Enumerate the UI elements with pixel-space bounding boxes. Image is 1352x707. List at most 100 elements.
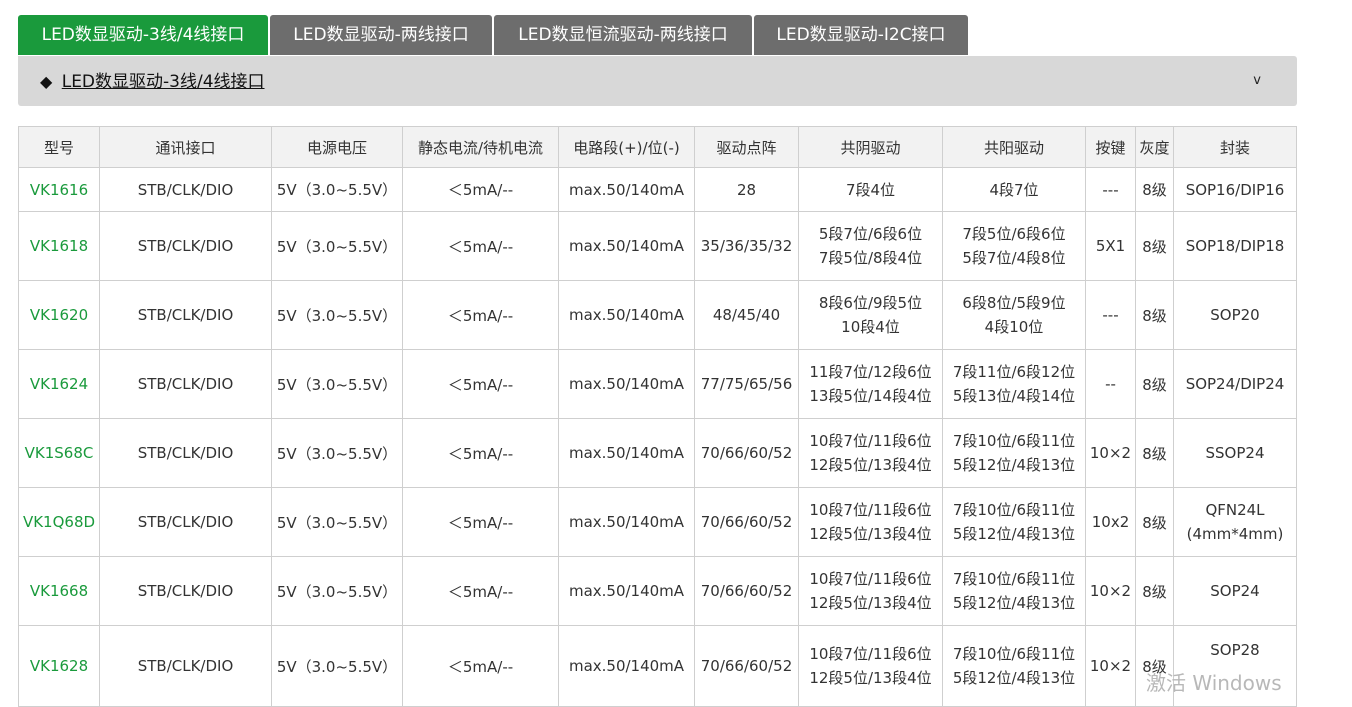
- header-interface: 通讯接口: [99, 126, 272, 168]
- cathode-line: 12段5位/13段4位: [809, 594, 932, 612]
- segment-cell: max.50/140mA: [558, 625, 695, 707]
- interface-cell: STB/CLK/DIO: [99, 280, 272, 350]
- tab-bar: LED数显驱动-3线/4线接口 LED数显驱动-两线接口 LED数显恒流驱动-两…: [18, 15, 978, 55]
- matrix-cell: 48/45/40: [694, 280, 799, 350]
- cathode-cell: 10段7位/11段6位 12段5位/13段4位: [798, 556, 943, 626]
- model-link[interactable]: VK1Q68D: [18, 487, 100, 557]
- anode-line: 5段12位/4段13位: [952, 669, 1076, 687]
- table-row: VK1Q68D STB/CLK/DIO 5V（3.0~5.5V） ＜5mA/--…: [18, 487, 1297, 557]
- package-line: SOP16/DIP16: [1185, 180, 1285, 199]
- package-line: (4mm*4mm): [1186, 525, 1284, 543]
- cathode-line: 10段4位: [841, 318, 900, 336]
- table-row: VK1S68C STB/CLK/DIO 5V（3.0~5.5V） ＜5mA/--…: [18, 418, 1297, 488]
- matrix-cell: 77/75/65/56: [694, 349, 799, 419]
- current-cell: ＜5mA/--: [402, 487, 559, 557]
- model-link[interactable]: VK1628: [18, 625, 100, 707]
- voltage-cell: 5V（3.0~5.5V）: [271, 418, 403, 488]
- anode-cell: 7段10位/6段11位 5段12位/4段13位: [942, 556, 1086, 626]
- segment-cell: max.50/140mA: [558, 556, 695, 626]
- segment-cell: max.50/140mA: [558, 280, 695, 350]
- cathode-line: 8段6位/9段5位: [818, 294, 923, 312]
- package-cell: SOP24/DIP24: [1173, 349, 1297, 419]
- anode-cell: 7段10位/6段11位 5段12位/4段13位: [942, 418, 1086, 488]
- table-row: VK1668 STB/CLK/DIO 5V（3.0~5.5V） ＜5mA/-- …: [18, 556, 1297, 626]
- cathode-line: 7段4位: [845, 180, 896, 199]
- cathode-cell: 10段7位/11段6位 12段5位/13段4位: [798, 625, 943, 707]
- anode-line: 5段13位/4段14位: [952, 387, 1076, 405]
- anode-line: 4段10位: [984, 318, 1044, 336]
- matrix-cell: 70/66/60/52: [694, 625, 799, 707]
- package-cell: SOP18/DIP18: [1173, 211, 1297, 281]
- anode-line: 6段8位/5段9位: [962, 294, 1066, 312]
- table-row: VK1616 STB/CLK/DIO 5V（3.0~5.5V） ＜5mA/-- …: [18, 167, 1297, 212]
- cathode-cell: 10段7位/11段6位 12段5位/13段4位: [798, 418, 943, 488]
- header-voltage: 电源电压: [271, 126, 403, 168]
- tab-3-4-wire[interactable]: LED数显驱动-3线/4线接口: [18, 15, 268, 55]
- segment-cell: max.50/140mA: [558, 349, 695, 419]
- cathode-line: 5段7位/6段6位: [818, 225, 923, 243]
- keys-cell: 10×2: [1085, 556, 1136, 626]
- keys-cell: 10×2: [1085, 418, 1136, 488]
- gray-cell: 8级: [1135, 280, 1174, 350]
- current-cell: ＜5mA/--: [402, 280, 559, 350]
- anode-cell: 7段10位/6段11位 5段12位/4段13位: [942, 487, 1086, 557]
- header-common-cathode: 共阴驱动: [798, 126, 943, 168]
- accordion-header[interactable]: ◆ LED数显驱动-3线/4线接口 v: [18, 56, 1297, 106]
- voltage-cell: 5V（3.0~5.5V）: [271, 487, 403, 557]
- package-cell: SSOP24: [1173, 418, 1297, 488]
- activate-windows-watermark: 激活 Windows: [1146, 671, 1282, 695]
- keys-cell: ---: [1085, 280, 1136, 350]
- anode-cell: 7段11位/6段12位 5段13位/4段14位: [942, 349, 1086, 419]
- model-link[interactable]: VK1620: [18, 280, 100, 350]
- gray-cell: 8级: [1135, 167, 1174, 212]
- package-line: QFN24L: [1205, 501, 1265, 519]
- anode-line: 5段12位/4段13位: [952, 594, 1076, 612]
- package-cell: QFN24L (4mm*4mm): [1173, 487, 1297, 557]
- interface-cell: STB/CLK/DIO: [99, 487, 272, 557]
- model-link[interactable]: VK1624: [18, 349, 100, 419]
- voltage-cell: 5V（3.0~5.5V）: [271, 167, 403, 212]
- spec-table: 型号 通讯接口 电源电压 静态电流/待机电流 电路段(+)/位(-) 驱动点阵 …: [18, 126, 1297, 707]
- tab-constant-current-two-wire[interactable]: LED数显恒流驱动-两线接口: [494, 15, 752, 55]
- accordion-title[interactable]: ◆ LED数显驱动-3线/4线接口: [40, 56, 265, 108]
- tab-two-wire[interactable]: LED数显驱动-两线接口: [270, 15, 492, 55]
- keys-cell: ---: [1085, 167, 1136, 212]
- model-link[interactable]: VK1668: [18, 556, 100, 626]
- cathode-line: 11段7位/12段6位: [809, 363, 932, 381]
- cathode-line: 10段7位/11段6位: [809, 570, 932, 588]
- keys-cell: 10x2: [1085, 487, 1136, 557]
- table-row: VK1628 STB/CLK/DIO 5V（3.0~5.5V） ＜5mA/-- …: [18, 625, 1297, 707]
- segment-cell: max.50/140mA: [558, 167, 695, 212]
- current-cell: ＜5mA/--: [402, 167, 559, 212]
- model-link[interactable]: VK1S68C: [18, 418, 100, 488]
- chevron-down-icon[interactable]: v: [1253, 56, 1261, 106]
- cathode-line: 13段5位/14段4位: [809, 387, 932, 405]
- current-cell: ＜5mA/--: [402, 556, 559, 626]
- matrix-cell: 70/66/60/52: [694, 418, 799, 488]
- interface-cell: STB/CLK/DIO: [99, 556, 272, 626]
- keys-cell: --: [1085, 349, 1136, 419]
- accordion-title-link[interactable]: LED数显驱动-3线/4线接口: [62, 72, 265, 92]
- anode-line: 7段10位/6段11位: [952, 501, 1076, 519]
- anode-line: 7段10位/6段11位: [952, 570, 1076, 588]
- package-line: SOP24: [1210, 582, 1260, 600]
- model-link[interactable]: VK1618: [18, 211, 100, 281]
- interface-cell: STB/CLK/DIO: [99, 211, 272, 281]
- cathode-cell: 8段6位/9段5位 10段4位: [798, 280, 943, 350]
- gray-cell: 8级: [1135, 418, 1174, 488]
- interface-cell: STB/CLK/DIO: [99, 167, 272, 212]
- model-link[interactable]: VK1616: [18, 167, 100, 212]
- package-cell: SOP24: [1173, 556, 1297, 626]
- tab-i2c[interactable]: LED数显驱动-I2C接口: [754, 15, 968, 55]
- anode-cell: 4段7位: [942, 167, 1086, 212]
- voltage-cell: 5V（3.0~5.5V）: [271, 556, 403, 626]
- header-grayscale: 灰度: [1135, 126, 1174, 168]
- segment-cell: max.50/140mA: [558, 487, 695, 557]
- anode-line: 7段11位/6段12位: [952, 363, 1076, 381]
- package-line: SOP24/DIP24: [1185, 375, 1285, 393]
- anode-line: 5段12位/4段13位: [952, 456, 1076, 474]
- header-keys: 按键: [1085, 126, 1136, 168]
- header-common-anode: 共阳驱动: [942, 126, 1086, 168]
- current-cell: ＜5mA/--: [402, 625, 559, 707]
- diamond-bullet-icon: ◆: [40, 72, 53, 91]
